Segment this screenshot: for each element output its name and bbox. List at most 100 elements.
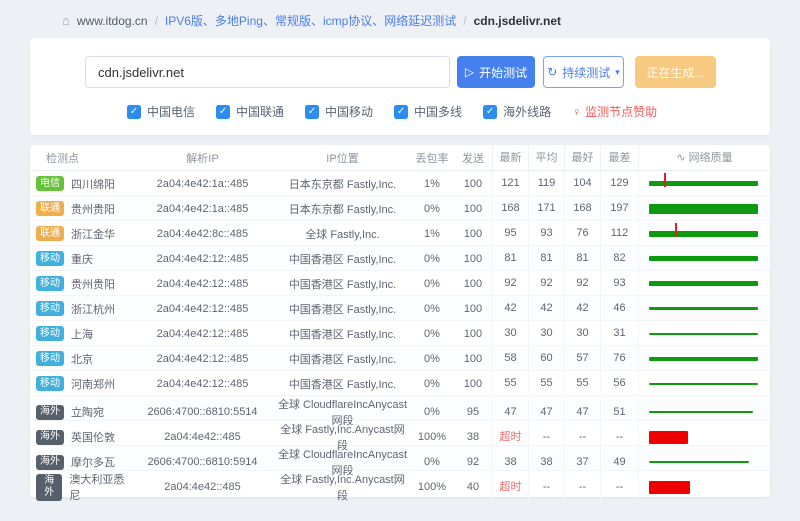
cell-resolved-ip: 2a04:4e42:1a::485	[130, 203, 275, 215]
table-row[interactable]: 电信 四川绵阳 2a04:4e42:1a::485 日本东京都 Fastly,I…	[30, 171, 770, 196]
cell-resolved-ip: 2606:4700::6810:5514	[130, 406, 275, 418]
cell-worst: 56	[600, 371, 638, 396]
cell-resolved-ip: 2a04:4e42:1a::485	[130, 178, 275, 190]
table-row[interactable]: 移动 浙江杭州 2a04:4e42:12::485 中国香港区 Fastly,I…	[30, 296, 770, 321]
carrier-badge: 移动	[36, 251, 64, 266]
cell-worst: --	[600, 425, 638, 450]
cell-network-quality	[638, 271, 770, 296]
table-row[interactable]: 联通 贵州贵阳 2a04:4e42:1a::485 日本东京都 Fastly,I…	[30, 196, 770, 221]
cell-best: --	[564, 425, 600, 450]
table-row[interactable]: 联通 浙江金华 2a04:4e42:8c::485 全球 Fastly,Inc.…	[30, 221, 770, 246]
cell-sent: 40	[454, 481, 492, 493]
checkbox-overseas-lines[interactable]: ✓ 海外线路	[483, 103, 551, 120]
cell-network-quality	[638, 400, 770, 425]
sponsor-icon: ♀	[572, 105, 581, 119]
checkbox-china-multiline[interactable]: ✓ 中国多线	[394, 103, 462, 120]
carrier-badge: 移动	[36, 351, 64, 366]
table-body: 电信 四川绵阳 2a04:4e42:1a::485 日本东京都 Fastly,I…	[30, 171, 770, 496]
cell-best: 92	[564, 271, 600, 296]
checkbox-china-telecom[interactable]: ✓ 中国电信	[127, 103, 195, 120]
quality-graph	[649, 246, 758, 271]
continuous-test-label: 持续测试	[562, 64, 610, 81]
quality-bar	[649, 461, 749, 463]
cell-sent: 95	[454, 406, 492, 418]
cell-network-quality	[638, 475, 770, 500]
cell-average: 60	[528, 346, 564, 371]
line-filter-row: ✓ 中国电信 ✓ 中国联通 ✓ 中国移动 ✓ 中国多线 ✓ 海外线路 ♀ 监测节…	[85, 103, 770, 120]
quality-bar	[649, 333, 758, 335]
cell-node: 海外 摩尔多瓦	[30, 454, 130, 470]
cell-average: 47	[528, 400, 564, 425]
cell-resolved-ip: 2a04:4e42:8c::485	[130, 228, 275, 240]
cell-packet-loss: 0%	[410, 278, 454, 290]
checkbox-icon: ✓	[483, 105, 497, 119]
cell-network-quality	[638, 196, 770, 221]
host-input[interactable]	[85, 56, 450, 88]
breadcrumb-link-test-type[interactable]: IPV6版、多地Ping、常规版、icmp协议、网络延迟测试	[165, 12, 456, 29]
cell-packet-loss: 1%	[410, 178, 454, 190]
table-row[interactable]: 移动 重庆 2a04:4e42:12::485 中国香港区 Fastly,Inc…	[30, 246, 770, 271]
cell-worst: 112	[600, 221, 638, 246]
cell-network-quality	[638, 246, 770, 271]
cell-worst: 76	[600, 346, 638, 371]
continuous-test-button[interactable]: ↻ 持续测试 ▾	[543, 56, 624, 88]
generating-label: 正在生成...	[646, 64, 704, 81]
breadcrumb-site[interactable]: www.itdog.cn	[77, 14, 148, 28]
cell-node: 移动 贵州贵阳	[30, 276, 130, 292]
cell-ip-location: 中国香港区 Fastly,Inc.	[275, 376, 410, 392]
table-row[interactable]: 海外 摩尔多瓦 2606:4700::6810:5914 全球 Cloudfla…	[30, 446, 770, 471]
node-name: 四川绵阳	[71, 176, 115, 192]
generating-button[interactable]: 正在生成...	[635, 56, 716, 88]
cell-best: 55	[564, 371, 600, 396]
checkbox-china-unicom[interactable]: ✓ 中国联通	[216, 103, 284, 120]
table-row[interactable]: 移动 贵州贵阳 2a04:4e42:12::485 中国香港区 Fastly,I…	[30, 271, 770, 296]
cell-latest: 超时	[492, 475, 528, 500]
table-row[interactable]: 移动 北京 2a04:4e42:12::485 中国香港区 Fastly,Inc…	[30, 346, 770, 371]
cell-best: 47	[564, 400, 600, 425]
cell-network-quality	[638, 296, 770, 321]
checkbox-china-mobile[interactable]: ✓ 中国移动	[305, 103, 373, 120]
cell-latest: 92	[492, 271, 528, 296]
cell-best: --	[564, 475, 600, 500]
header-sent: 发送	[454, 150, 492, 166]
carrier-badge: 移动	[36, 376, 64, 391]
table-header-row: 检测点 解析IP IP位置 丢包率 发送 最新 平均 最好 最差 ∿网络质量	[30, 145, 770, 171]
chevron-down-icon: ▾	[615, 67, 620, 78]
table-row[interactable]: 海外 立陶宛 2606:4700::6810:5514 全球 Cloudflar…	[30, 396, 770, 421]
table-row[interactable]: 移动 上海 2a04:4e42:12::485 中国香港区 Fastly,Inc…	[30, 321, 770, 346]
table-row[interactable]: 移动 河南郑州 2a04:4e42:12::485 中国香港区 Fastly,I…	[30, 371, 770, 396]
quality-bar	[649, 431, 688, 444]
node-name: 北京	[71, 351, 93, 367]
cell-average: 81	[528, 246, 564, 271]
start-test-label: 开始测试	[479, 64, 527, 81]
breadcrumb-current-host: cdn.jsdelivr.net	[474, 14, 561, 28]
results-table: 检测点 解析IP IP位置 丢包率 发送 最新 平均 最好 最差 ∿网络质量 电…	[30, 145, 770, 497]
cell-resolved-ip: 2a04:4e42:12::485	[130, 378, 275, 390]
quality-graph	[649, 346, 758, 371]
cell-resolved-ip: 2606:4700::6810:5914	[130, 456, 275, 468]
carrier-badge: 海外	[36, 405, 64, 420]
breadcrumb-separator: /	[463, 14, 466, 28]
cell-worst: 31	[600, 321, 638, 346]
start-test-button[interactable]: ▷ 开始测试	[457, 56, 535, 88]
cell-best: 168	[564, 196, 600, 221]
checkbox-icon: ✓	[305, 105, 319, 119]
cell-node: 联通 浙江金华	[30, 226, 130, 242]
cell-node: 电信 四川绵阳	[30, 176, 130, 192]
cell-packet-loss: 0%	[410, 303, 454, 315]
sponsor-link[interactable]: ♀ 监测节点赞助	[572, 103, 657, 120]
node-name: 贵州贵阳	[71, 276, 115, 292]
cell-latest: 55	[492, 371, 528, 396]
cell-packet-loss: 0%	[410, 378, 454, 390]
header-node: 检测点	[30, 150, 130, 166]
table-row[interactable]: 海外 英国伦敦 2a04:4e42::485 全球 Fastly,Inc.Any…	[30, 421, 770, 446]
node-name: 河南郑州	[71, 376, 115, 392]
cell-best: 81	[564, 246, 600, 271]
cell-average: 55	[528, 371, 564, 396]
table-row[interactable]: 海外 澳大利亚悉尼 2a04:4e42::485 全球 Fastly,Inc.A…	[30, 471, 770, 496]
header-best: 最好	[564, 145, 600, 171]
quality-bar	[649, 357, 758, 361]
node-name: 摩尔多瓦	[71, 454, 115, 470]
checkbox-label: 中国移动	[325, 103, 373, 120]
cell-node: 海外 英国伦敦	[30, 429, 130, 445]
